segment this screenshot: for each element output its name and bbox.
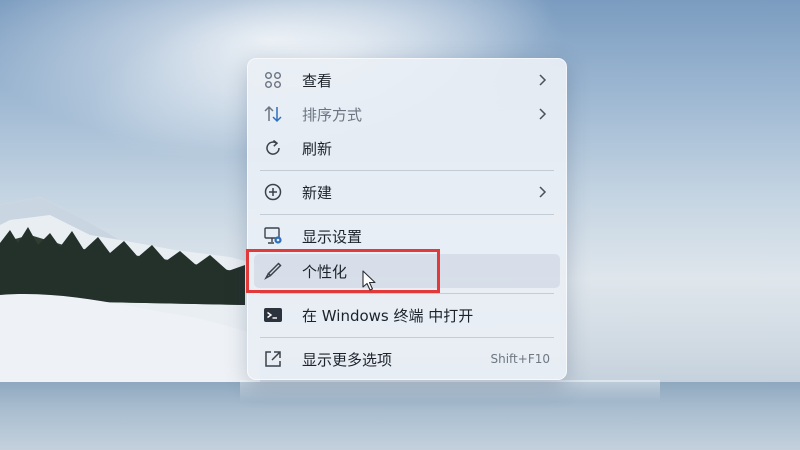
more-options-icon [262, 348, 284, 370]
menu-item-new[interactable]: 新建 [254, 175, 560, 209]
menu-item-display-settings[interactable]: 显示设置 [254, 219, 560, 253]
menu-item-view[interactable]: 查看 [254, 63, 560, 97]
menu-item-label: 查看 [302, 71, 333, 90]
menu-item-label: 显示设置 [302, 227, 363, 246]
desktop-context-menu: 查看 排序方式 刷新 新建 显示设置 个性化 在 Windows 终端 中打开 … [247, 58, 567, 380]
display-settings-icon [262, 225, 284, 247]
sort-arrows-icon [262, 103, 284, 125]
menu-item-show-more-options[interactable]: 显示更多选项 Shift+F10 [254, 342, 560, 376]
menu-item-open-in-terminal[interactable]: 在 Windows 终端 中打开 [254, 298, 560, 332]
menu-item-label: 刷新 [302, 139, 333, 158]
chevron-right-icon [534, 106, 550, 122]
menu-item-label: 排序方式 [302, 105, 363, 124]
menu-item-refresh[interactable]: 刷新 [254, 131, 560, 165]
menu-item-sort-by[interactable]: 排序方式 [254, 97, 560, 131]
menu-separator [260, 214, 554, 215]
menu-item-label: 新建 [302, 183, 333, 202]
menu-separator [260, 170, 554, 171]
plus-circle-icon [262, 181, 284, 203]
grid-view-icon [262, 69, 284, 91]
annotation-highlight-box [246, 249, 440, 293]
wallpaper-lake-reflection [240, 380, 660, 402]
menu-separator [260, 337, 554, 338]
mouse-pointer-icon [362, 270, 376, 291]
wallpaper-mountain [0, 197, 260, 385]
chevron-right-icon [534, 184, 550, 200]
keyboard-shortcut: Shift+F10 [490, 352, 550, 366]
menu-item-label: 在 Windows 终端 中打开 [302, 306, 474, 325]
chevron-right-icon [534, 72, 550, 88]
menu-separator [260, 293, 554, 294]
refresh-icon [262, 137, 284, 159]
menu-item-label: 显示更多选项 [302, 350, 393, 369]
terminal-icon [262, 304, 284, 326]
